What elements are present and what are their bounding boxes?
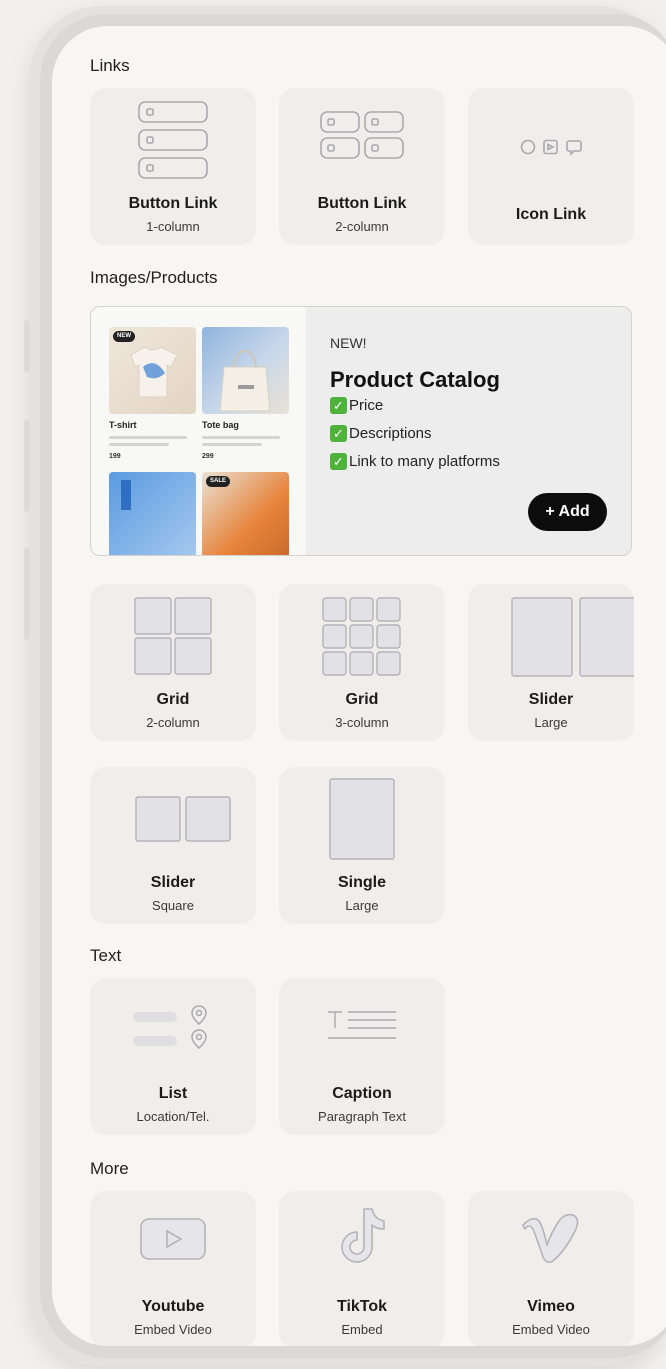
product-catalog-card[interactable]: NEW T-shirt Tote bag 199 299 SALE NEW! P…: [90, 306, 632, 556]
product-catalog-preview: NEW T-shirt Tote bag 199 299 SALE: [91, 307, 306, 555]
placeholder-line: [202, 436, 280, 439]
phone-side-button: [24, 320, 30, 372]
sale-badge: SALE: [206, 476, 231, 487]
phone-frame: Links Button Link 1-column Button Link 2…: [40, 14, 666, 1358]
product-thumb-tshirt: NEW: [109, 327, 196, 414]
section-title-text: Text: [90, 946, 122, 965]
paragraph-text-icon: [328, 1011, 396, 1039]
tile-subtitle: Paragraph Text: [318, 1109, 406, 1124]
feature-label: Descriptions: [349, 425, 432, 442]
check-icon: ✓: [330, 453, 347, 470]
tile-title: Slider: [150, 874, 196, 891]
tile-title: Slider: [528, 691, 574, 708]
check-icon: ✓: [330, 425, 347, 442]
tile-subtitle: Embed Video: [134, 1322, 212, 1337]
tile-vimeo[interactable]: Vimeo Embed Video: [468, 1191, 634, 1346]
tile-button-link-1col[interactable]: Button Link 1-column: [90, 88, 256, 245]
tile-subtitle: Square: [152, 898, 194, 913]
tile-caption[interactable]: Caption Paragraph Text: [279, 978, 445, 1135]
feature-item: ✓ Descriptions: [330, 425, 432, 442]
tile-title: Vimeo: [527, 1298, 575, 1315]
tile-subtitle: 2-column: [335, 219, 389, 234]
product-price: 299: [202, 453, 214, 460]
section-title-images: Images/Products: [90, 268, 218, 287]
list-location-icon: [133, 1005, 207, 1049]
placeholder-line: [109, 436, 187, 439]
product-thumb-totebag: [202, 327, 289, 414]
tile-title: Single: [337, 874, 386, 891]
tile-subtitle: Large: [345, 898, 379, 913]
check-icon: ✓: [330, 397, 347, 414]
tile-title: Button Link: [317, 195, 407, 212]
vimeo-icon: [522, 1213, 579, 1264]
slider-large-icon: [511, 597, 634, 677]
tiktok-icon: [341, 1208, 385, 1263]
phone-side-button: [24, 548, 30, 640]
tile-title: Youtube: [141, 1298, 205, 1315]
product-name: Tote bag: [202, 420, 239, 430]
grid-2col-icon: [134, 597, 212, 675]
tile-subtitle: Embed: [341, 1322, 383, 1337]
add-product-catalog-button[interactable]: + Add: [528, 493, 607, 531]
placeholder-line: [109, 443, 169, 446]
tile-single-large[interactable]: Single Large: [279, 767, 445, 924]
tile-button-link-2col[interactable]: Button Link 2-column: [279, 88, 445, 245]
new-badge: NEW: [113, 331, 135, 342]
section-title-links: Links: [90, 56, 130, 75]
product-catalog-badge: NEW!: [330, 335, 367, 351]
product-name: T-shirt: [109, 420, 137, 430]
feature-item: ✓ Link to many platforms: [330, 453, 500, 470]
tile-grid-2col[interactable]: Grid 2-column: [90, 584, 256, 741]
icon-link-icon: [520, 139, 582, 156]
button-link-2col-icon: [320, 111, 404, 159]
tile-subtitle: Large: [534, 715, 568, 730]
tile-subtitle: 3-column: [335, 715, 389, 730]
tile-title: Caption: [332, 1085, 392, 1102]
tile-icon-link[interactable]: Icon Link: [468, 88, 634, 245]
tile-title: Icon Link: [515, 206, 587, 223]
product-image: [121, 480, 131, 510]
tile-title: Button Link: [128, 195, 218, 212]
product-price: 199: [109, 453, 121, 460]
single-large-icon: [329, 778, 395, 860]
totebag-image: [219, 349, 271, 412]
product-thumb-4: SALE: [202, 472, 289, 555]
feature-item: ✓ Price: [330, 397, 383, 414]
block-picker-screen: Links Button Link 1-column Button Link 2…: [52, 26, 666, 1346]
tile-subtitle: Location/Tel.: [136, 1109, 210, 1124]
grid-3col-icon: [322, 597, 401, 676]
tile-tiktok[interactable]: TikTok Embed: [279, 1191, 445, 1346]
tile-grid-3col[interactable]: Grid 3-column: [279, 584, 445, 741]
tile-slider-square[interactable]: Slider Square: [90, 767, 256, 924]
tile-list[interactable]: List Location/Tel.: [90, 978, 256, 1135]
placeholder-line: [202, 443, 262, 446]
tile-title: TikTok: [336, 1298, 388, 1315]
tile-title: List: [158, 1085, 188, 1102]
tile-youtube[interactable]: Youtube Embed Video: [90, 1191, 256, 1346]
feature-label: Link to many platforms: [349, 453, 500, 470]
section-title-more: More: [90, 1159, 129, 1178]
tile-subtitle: 2-column: [146, 715, 200, 730]
product-catalog-title: Product Catalog: [330, 367, 500, 392]
button-link-1col-icon: [138, 101, 208, 179]
phone-side-button: [24, 420, 30, 512]
youtube-icon: [140, 1218, 206, 1260]
tile-title: Grid: [156, 691, 190, 708]
tile-subtitle: 1-column: [146, 219, 200, 234]
slider-square-icon: [135, 796, 231, 842]
tile-slider-large[interactable]: Slider Large: [468, 584, 634, 741]
tile-subtitle: Embed Video: [512, 1322, 590, 1337]
tile-title: Grid: [345, 691, 379, 708]
product-thumb-3: [109, 472, 196, 555]
feature-label: Price: [349, 397, 384, 414]
